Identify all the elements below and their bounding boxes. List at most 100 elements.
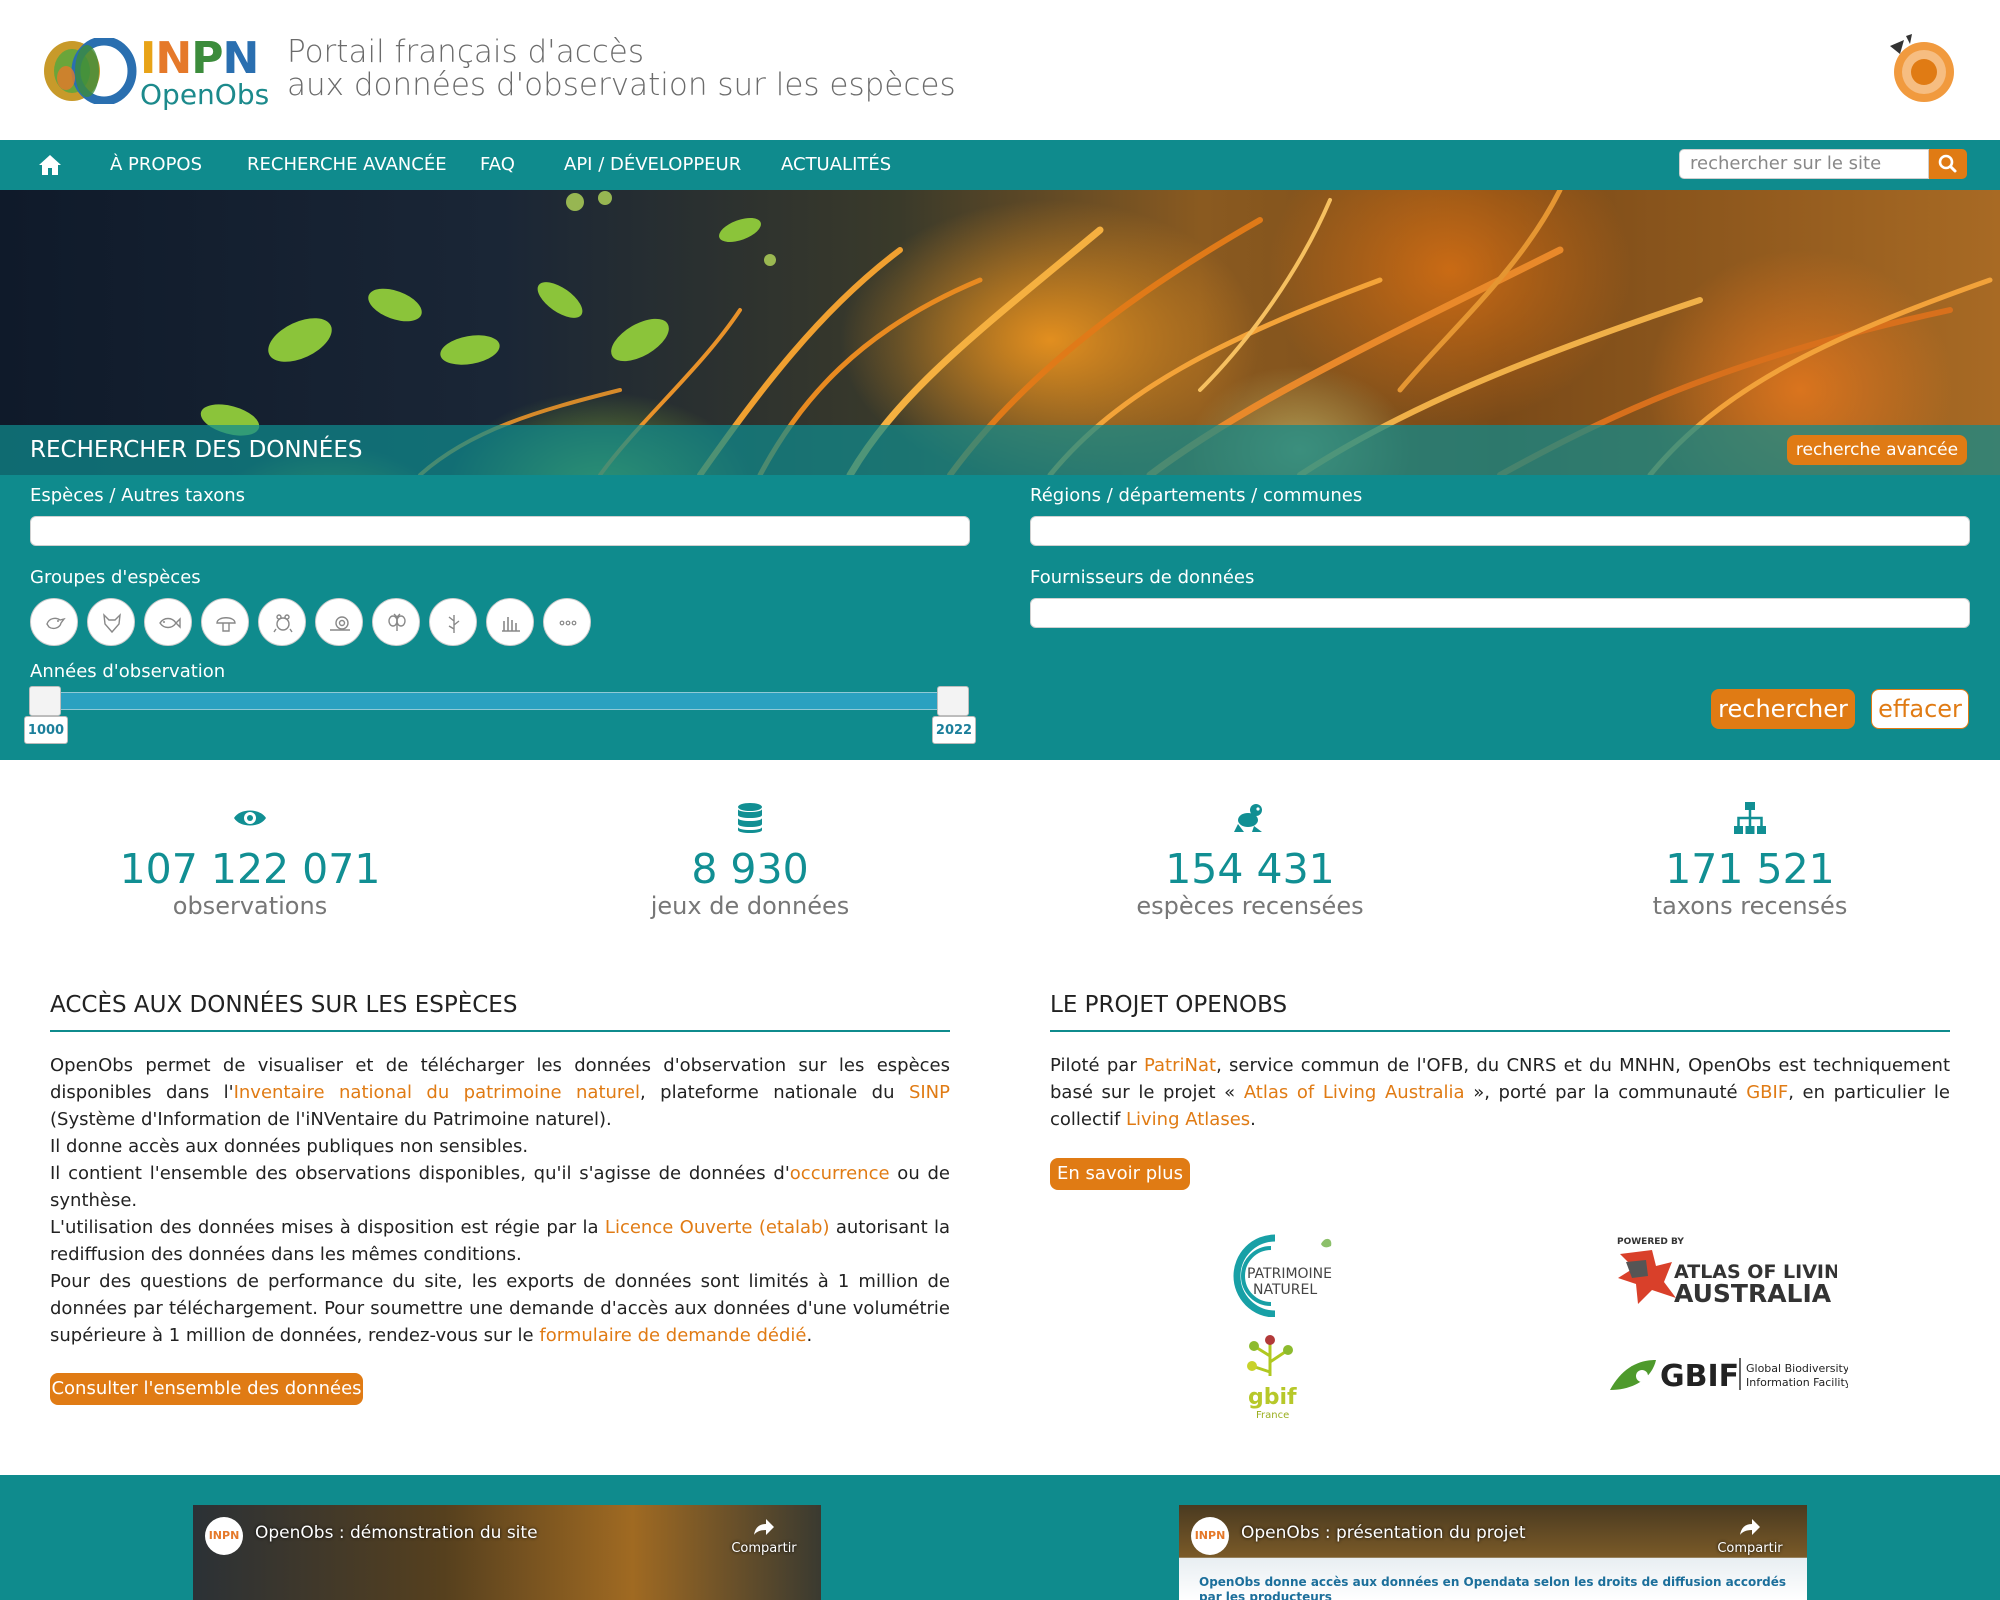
gbif-logo[interactable]: GBIF Global Biodiversity Information Fac… — [1608, 1346, 1852, 1402]
video-demo-embed[interactable]: INPN OpenObs : démonstration du site Com… — [193, 1505, 821, 1600]
year-max-value: 2022 — [932, 716, 976, 744]
stat-datasets: 8 930 jeux de données — [500, 800, 1000, 920]
video-presentation-embed[interactable]: INPN OpenObs : présentation du projet Co… — [1179, 1505, 1807, 1600]
video-share-button[interactable]: Compartir — [1715, 1517, 1785, 1556]
year-min-value: 1000 — [24, 716, 68, 744]
database-icon — [738, 803, 762, 833]
site-search-input[interactable]: rechercher sur le site — [1679, 149, 1929, 179]
snail-icon — [330, 616, 350, 631]
occurrence-link[interactable]: occurrence — [790, 1163, 890, 1184]
eye-icon — [234, 810, 266, 826]
logo-subtitle: OpenObs — [140, 78, 270, 111]
gbif-link[interactable]: GBIF — [1746, 1082, 1788, 1103]
insect-icon — [388, 613, 406, 631]
search-submit-button[interactable]: rechercher — [1711, 689, 1855, 729]
fish-icon — [159, 617, 181, 629]
nav-api[interactable]: API / DÉVELOPPEUR — [564, 140, 741, 190]
years-slider-max-handle[interactable] — [937, 686, 969, 716]
mammal-icon — [103, 613, 121, 634]
gbif-france-logo[interactable]: gbif France — [1230, 1332, 1310, 1421]
search-icon — [1938, 154, 1957, 173]
group-amphibians-button[interactable] — [258, 598, 306, 646]
providers-input[interactable] — [1030, 598, 1970, 628]
inpn-link[interactable]: Inventaire national du patrimoine nature… — [234, 1082, 640, 1103]
project-section-divider — [1050, 1030, 1950, 1032]
group-molluscs-button[interactable] — [315, 598, 363, 646]
patrinat-logo-icon: PATRIMOINE NATUREL — [1233, 1234, 1332, 1318]
group-mammals-button[interactable] — [87, 598, 135, 646]
project-section-text: Piloté par PatriNat, service commun de l… — [1050, 1055, 1950, 1130]
gbif-logo-icon: GBIF Global Biodiversity Information Fac… — [1610, 1358, 1852, 1394]
gbif-france-logo-icon: gbif France — [1247, 1335, 1297, 1421]
more-icon — [559, 620, 577, 626]
ala-link[interactable]: Atlas of Living Australia — [1244, 1082, 1465, 1103]
regions-label: Régions / départements / communes — [1030, 485, 1363, 506]
years-slider-min-handle[interactable] — [29, 686, 61, 716]
ala-logo[interactable]: POWERED BY ATLAS OF LIVING AUSTRALIA — [1612, 1232, 1856, 1312]
partner-seal-icon — [1890, 34, 1954, 102]
licence-link[interactable]: Licence Ouverte (etalab) — [605, 1217, 830, 1238]
stat-taxa: 171 521 taxons recensés — [1500, 800, 2000, 920]
group-plants-button[interactable] — [429, 598, 477, 646]
video-title[interactable]: OpenObs : présentation du projet — [1241, 1523, 1526, 1543]
logo-circles-icon — [44, 38, 137, 104]
learn-more-button[interactable]: En savoir plus — [1050, 1158, 1190, 1190]
patrinat-text: PATRIMOINE — [1247, 1266, 1332, 1282]
species-groups-label: Groupes d'espèces — [30, 567, 201, 588]
nav-about[interactable]: À PROPOS — [110, 140, 202, 190]
gbif-france-text: France — [1256, 1410, 1289, 1420]
home-icon[interactable] — [38, 153, 62, 177]
stat-label: jeux de données — [650, 892, 850, 920]
nav-advanced-search[interactable]: RECHERCHE AVANCÉE — [247, 140, 447, 190]
patrinat-text: NATUREL — [1253, 1282, 1317, 1298]
group-other-button[interactable] — [543, 598, 591, 646]
gbif-text: Information Facility — [1746, 1376, 1848, 1389]
access-section-title: ACCÈS AUX DONNÉES SUR LES ESPÈCES — [50, 992, 518, 1018]
nav-faq[interactable]: FAQ — [480, 140, 515, 190]
stat-value: 8 930 — [691, 845, 809, 893]
regions-input[interactable] — [1030, 516, 1970, 546]
fungi-icon — [216, 617, 236, 632]
frog-icon — [1234, 804, 1262, 832]
nav-news[interactable]: ACTUALITÉS — [781, 140, 891, 190]
species-label: Espèces / Autres taxons — [30, 485, 246, 506]
group-fish-button[interactable] — [144, 598, 192, 646]
living-atlases-link[interactable]: Living Atlases — [1126, 1109, 1250, 1130]
ala-logo-icon: POWERED BY ATLAS OF LIVING AUSTRALIA — [1617, 1237, 1856, 1308]
years-slider-track[interactable] — [45, 692, 938, 710]
years-label: Années d'observation — [30, 661, 226, 682]
site-search-button[interactable] — [1929, 149, 1967, 179]
video-title[interactable]: OpenObs : démonstration du site — [255, 1523, 538, 1543]
advanced-search-button[interactable]: recherche avancée — [1787, 435, 1967, 465]
video-share-button[interactable]: Compartir — [729, 1517, 799, 1556]
view-all-data-button[interactable]: Consulter l'ensemble des données — [50, 1373, 363, 1405]
sinp-link[interactable]: SINP — [909, 1082, 950, 1103]
patrinat-logo[interactable]: PATRIMOINE NATUREL — [1213, 1232, 1338, 1318]
stat-species: 154 431 espèces recensées — [1000, 800, 1500, 920]
gbif-text: Global Biodiversity — [1746, 1362, 1848, 1375]
stat-label: espèces recensées — [1136, 892, 1364, 920]
logo-text: INPN — [140, 33, 259, 84]
main-navbar: À PROPOS RECHERCHE AVANCÉE FAQ API / DÉV… — [0, 140, 2000, 190]
group-insects-button[interactable] — [372, 598, 420, 646]
search-clear-button[interactable]: effacer — [1871, 689, 1969, 729]
channel-avatar[interactable]: INPN — [205, 1517, 243, 1555]
project-section-title: LE PROJET OPENOBS — [1050, 992, 1288, 1018]
inpn-openobs-logo[interactable]: INPN OpenObs — [42, 36, 269, 110]
access-section-text: OpenObs permet de visualiser et de téléc… — [50, 1055, 951, 1346]
gbif-text: GBIF — [1660, 1359, 1739, 1394]
group-birds-button[interactable] — [30, 598, 78, 646]
patrinat-link[interactable]: PatriNat — [1144, 1055, 1216, 1076]
site-tagline: Portail français d'accès aux données d'o… — [287, 34, 956, 103]
stat-value: 107 122 071 — [119, 845, 381, 893]
species-input[interactable] — [30, 516, 970, 546]
group-bacteria-button[interactable] — [486, 598, 534, 646]
site-header: INPN OpenObs Portail français d'accès au… — [0, 0, 2000, 140]
channel-avatar[interactable]: INPN — [1191, 1517, 1229, 1555]
ala-powered-text: POWERED BY — [1617, 1237, 1684, 1247]
request-form-link[interactable]: formulaire de demande dédié — [539, 1325, 806, 1346]
stat-value: 171 521 — [1665, 845, 1835, 893]
stat-label: taxons recensés — [1652, 892, 1848, 920]
ala-text: AUSTRALIA — [1674, 1279, 1832, 1308]
group-fungi-button[interactable] — [201, 598, 249, 646]
